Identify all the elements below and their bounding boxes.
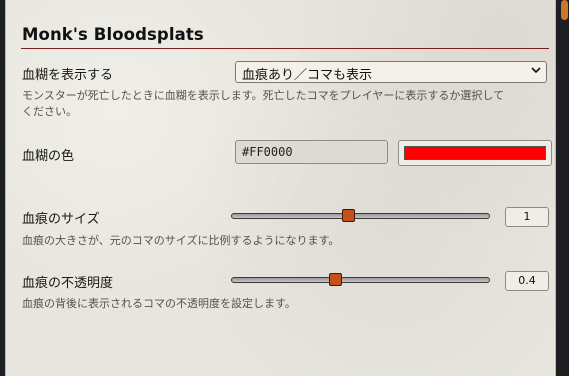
show-blood-selected: 血痕あり／コマも表示	[242, 68, 373, 83]
stain-opacity-slider-handle[interactable]	[329, 273, 343, 286]
title-divider	[21, 48, 549, 49]
show-blood-hint-line2: ください。	[22, 105, 77, 118]
settings-panel: Monk's Bloodsplats 血糊を表示する 血痕あり／コマも表示 モン…	[5, 0, 556, 376]
blood-color-picker[interactable]	[398, 140, 552, 166]
stain-opacity-hint: 血痕の背後に表示されるコマの不透明度を設定します。	[22, 297, 296, 310]
stain-size-slider-handle[interactable]	[341, 209, 355, 222]
show-blood-label: 血糊を表示する	[22, 68, 114, 83]
stain-opacity-slider[interactable]	[231, 277, 490, 283]
stain-size-label: 血痕のサイズ	[22, 212, 100, 227]
scrollbar[interactable]	[557, 0, 569, 376]
blood-color-label: 血糊の色	[22, 149, 75, 164]
color-swatch	[404, 146, 546, 160]
stain-size-hint: 血痕の大きさが、元のコマのサイズに比例するようになります。	[22, 234, 340, 247]
module-title: Monk's Bloodsplats	[22, 25, 204, 44]
stain-opacity-label: 血痕の不透明度	[22, 276, 114, 291]
chevron-down-icon	[531, 65, 541, 78]
show-blood-hint-line1: モンスターが死亡したときに血糊を表示します。死亡したコマをプレイヤーに表示するか…	[22, 89, 505, 102]
scrollbar-thumb[interactable]	[561, 0, 568, 20]
stain-opacity-value[interactable]: 0.4	[505, 271, 549, 291]
stain-size-slider[interactable]	[231, 213, 490, 219]
stain-size-value[interactable]: 1	[505, 207, 549, 227]
show-blood-select[interactable]: 血痕あり／コマも表示	[235, 61, 547, 83]
blood-color-input[interactable]: #FF0000	[235, 140, 388, 164]
